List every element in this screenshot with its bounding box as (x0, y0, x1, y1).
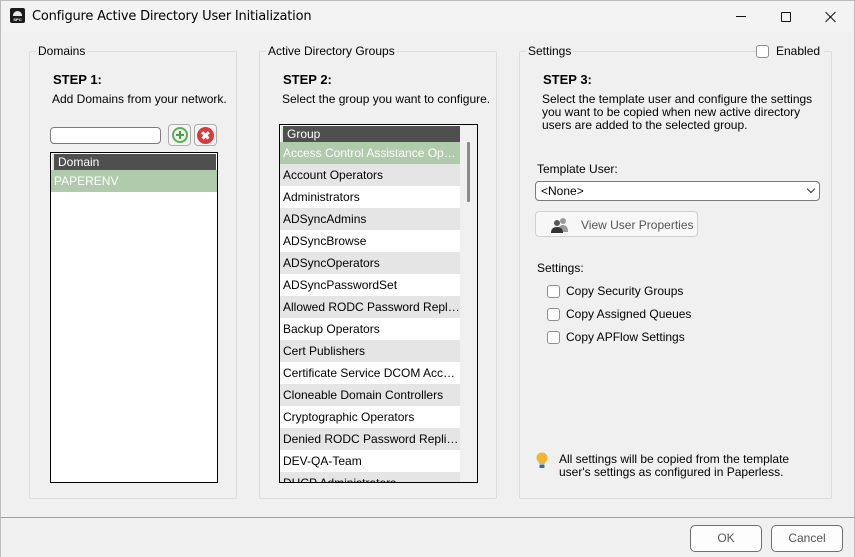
copy-assigned-queues-checkbox[interactable]: Copy Assigned Queues (547, 307, 691, 321)
group-row[interactable]: Backup Operators (280, 318, 461, 340)
group-row[interactable]: Account Operators (280, 164, 461, 186)
enabled-label: Enabled (776, 44, 821, 58)
domain-rows: PAPERENV (51, 170, 217, 192)
checkbox-box[interactable] (547, 330, 560, 344)
step2-heading: STEP 2: (283, 72, 332, 87)
group-column-header[interactable]: Group (281, 126, 461, 142)
copy-security-groups-label: Copy Security Groups (566, 284, 684, 298)
group-row[interactable]: Cert Publishers (280, 340, 461, 362)
chevron-down-icon (806, 184, 816, 194)
copy-apflow-settings-checkbox[interactable]: Copy APFlow Settings (547, 330, 685, 344)
app-icon: SPC (10, 8, 25, 23)
group-row[interactable]: Cryptographic Operators (280, 406, 461, 428)
group-row[interactable]: Denied RODC Password Replicati... (280, 428, 461, 450)
copy-security-groups-checkbox[interactable]: Copy Security Groups (547, 284, 683, 298)
groups-legend: Active Directory Groups (266, 44, 397, 58)
group-row[interactable]: Allowed RODC Password Replicati... (280, 296, 461, 318)
step1-description: Add Domains from your network. (52, 92, 227, 106)
domains-legend: Domains (36, 44, 88, 58)
domain-column-header[interactable]: Domain (52, 154, 216, 170)
domain-row[interactable]: PAPERENV (51, 170, 217, 192)
title-bar: SPC Configure Active Directory User Init… (1, 1, 854, 32)
settings-note: All settings will be copied from the tem… (559, 452, 790, 479)
enabled-checkbox[interactable]: Enabled (756, 44, 825, 58)
minimize-icon (736, 16, 746, 17)
domain-input[interactable] (50, 127, 161, 144)
template-user-select[interactable]: <None> (535, 181, 820, 201)
maximize-button[interactable] (763, 1, 809, 32)
group-row[interactable]: ADSyncOperators (280, 252, 461, 274)
settings-legend: Settings (526, 44, 574, 58)
group-row[interactable]: DHCP Administrators (280, 472, 461, 482)
lightbulb-icon (536, 452, 548, 468)
template-user-value: <None> (541, 184, 584, 198)
checkbox-box[interactable] (547, 307, 560, 321)
step3-heading: STEP 3: (543, 72, 592, 87)
group-list-scrollbar[interactable] (460, 125, 477, 482)
domain-list[interactable]: Domain PAPERENV (50, 152, 218, 483)
cancel-button[interactable]: Cancel (771, 525, 843, 552)
group-row[interactable]: Access Control Assistance Operat... (280, 142, 461, 164)
window-title: Configure Active Directory User Initiali… (32, 9, 312, 24)
settings-options-label: Settings: (537, 261, 584, 275)
x-circle-icon (197, 126, 214, 144)
minimize-button[interactable] (718, 1, 764, 32)
group-row[interactable]: DEV-QA-Team (280, 450, 461, 472)
step3-description: Select the template user and configure t… (542, 92, 813, 132)
copy-apflow-settings-label: Copy APFlow Settings (566, 330, 685, 344)
group-row[interactable]: ADSyncPasswordSet (280, 274, 461, 296)
add-domain-button[interactable] (168, 124, 191, 146)
close-button[interactable] (808, 1, 854, 32)
group-row[interactable]: ADSyncBrowse (280, 230, 461, 252)
group-list[interactable]: Group Access Control Assistance Operat..… (279, 124, 478, 483)
step2-description: Select the group you want to configure. (282, 92, 491, 106)
group-row[interactable]: ADSyncAdmins (280, 208, 461, 230)
close-icon (825, 11, 837, 23)
step1-heading: STEP 1: (53, 72, 102, 87)
view-user-properties-label: View User Properties (581, 218, 694, 232)
scrollbar-thumb[interactable] (467, 142, 470, 202)
group-row[interactable]: Certificate Service DCOM Access (280, 362, 461, 384)
dialog-window: SPC Configure Active Directory User Init… (0, 0, 855, 557)
group-row[interactable]: Cloneable Domain Controllers (280, 384, 461, 406)
group-row[interactable]: Administrators (280, 186, 461, 208)
maximize-icon (781, 11, 791, 22)
enabled-checkbox-box[interactable] (756, 44, 769, 58)
copy-assigned-queues-label: Copy Assigned Queues (566, 307, 692, 321)
checkbox-box[interactable] (547, 284, 560, 298)
plus-circle-icon (171, 127, 188, 143)
remove-domain-button[interactable] (194, 124, 217, 146)
users-icon (551, 218, 568, 233)
group-rows: Access Control Assistance Operat... Accou… (280, 142, 461, 482)
ok-button[interactable]: OK (690, 525, 762, 552)
template-user-label: Template User: (537, 162, 618, 176)
view-user-properties-button[interactable]: View User Properties (535, 211, 698, 237)
